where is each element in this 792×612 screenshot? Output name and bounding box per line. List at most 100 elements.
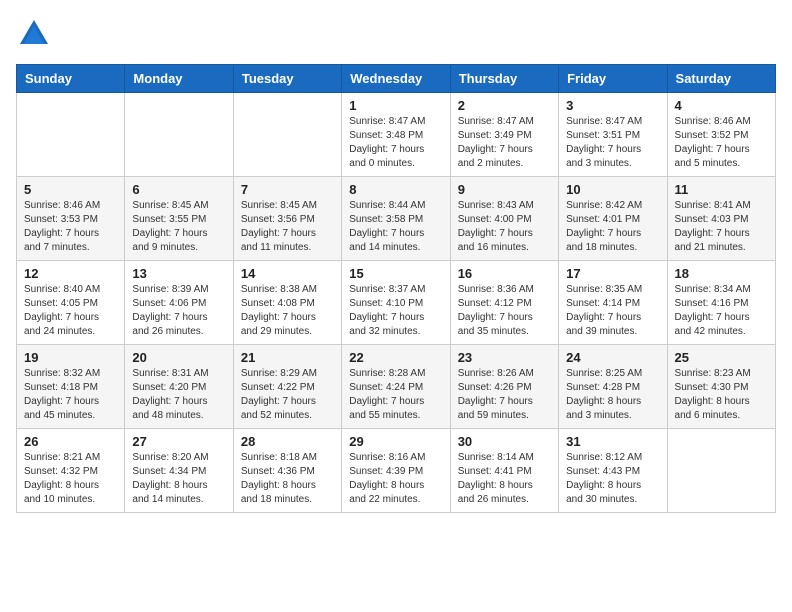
cell-info: Sunrise: 8:47 AM Sunset: 3:51 PM Dayligh… [566,115,659,171]
calendar-cell: 13 Sunrise: 8:39 AM Sunset: 4:06 PM Dayli… [125,261,233,345]
calendar-cell: 28 Sunrise: 8:18 AM Sunset: 4:36 PM Dayli… [233,429,341,513]
calendar-cell [667,429,775,513]
cell-info: Sunrise: 8:12 AM Sunset: 4:43 PM Dayligh… [566,451,659,507]
calendar-cell: 20 Sunrise: 8:31 AM Sunset: 4:20 PM Dayli… [125,345,233,429]
calendar-cell: 5 Sunrise: 8:46 AM Sunset: 3:53 PM Daylig… [17,177,125,261]
cell-info: Sunrise: 8:23 AM Sunset: 4:30 PM Dayligh… [675,367,768,423]
cell-day-number: 1 [349,98,442,113]
calendar-cell: 16 Sunrise: 8:36 AM Sunset: 4:12 PM Dayli… [450,261,558,345]
cell-info: Sunrise: 8:42 AM Sunset: 4:01 PM Dayligh… [566,199,659,255]
calendar-cell: 24 Sunrise: 8:25 AM Sunset: 4:28 PM Dayli… [559,345,667,429]
calendar-cell: 14 Sunrise: 8:38 AM Sunset: 4:08 PM Dayli… [233,261,341,345]
cell-day-number: 24 [566,350,659,365]
cell-info: Sunrise: 8:32 AM Sunset: 4:18 PM Dayligh… [24,367,117,423]
calendar-cell: 10 Sunrise: 8:42 AM Sunset: 4:01 PM Dayli… [559,177,667,261]
cell-day-number: 22 [349,350,442,365]
cell-info: Sunrise: 8:20 AM Sunset: 4:34 PM Dayligh… [132,451,225,507]
calendar-cell: 30Sunrise: 8:14 AM Sunset: 4:41 PM Dayli… [450,429,558,513]
cell-info: Sunrise: 8:31 AM Sunset: 4:20 PM Dayligh… [132,367,225,423]
cell-info: Sunrise: 8:43 AM Sunset: 4:00 PM Dayligh… [458,199,551,255]
cell-info: Sunrise: 8:29 AM Sunset: 4:22 PM Dayligh… [241,367,334,423]
calendar-cell: 23Sunrise: 8:26 AM Sunset: 4:26 PM Dayli… [450,345,558,429]
cell-info: Sunrise: 8:26 AM Sunset: 4:26 PM Dayligh… [458,367,551,423]
calendar-cell: 31 Sunrise: 8:12 AM Sunset: 4:43 PM Dayli… [559,429,667,513]
cell-info: Sunrise: 8:18 AM Sunset: 4:36 PM Dayligh… [241,451,334,507]
cell-info: Sunrise: 8:28 AM Sunset: 4:24 PM Dayligh… [349,367,442,423]
cell-day-number: 7 [241,182,334,197]
cell-day-number: 12 [24,266,117,281]
calendar-table: SundayMondayTuesdayWednesdayThursdayFrid… [16,64,776,513]
calendar-cell: 7 Sunrise: 8:45 AM Sunset: 3:56 PM Daylig… [233,177,341,261]
cell-info: Sunrise: 8:21 AM Sunset: 4:32 PM Dayligh… [24,451,117,507]
cell-day-number: 21 [241,350,334,365]
cell-info: Sunrise: 8:45 AM Sunset: 3:55 PM Dayligh… [132,199,225,255]
calendar-cell: 17Sunrise: 8:35 AM Sunset: 4:14 PM Dayli… [559,261,667,345]
cell-day-number: 31 [566,434,659,449]
cell-day-number: 11 [675,182,768,197]
cell-info: Sunrise: 8:41 AM Sunset: 4:03 PM Dayligh… [675,199,768,255]
page-header [16,16,776,52]
calendar-cell: 4 Sunrise: 8:46 AM Sunset: 3:52 PM Daylig… [667,93,775,177]
cell-day-number: 10 [566,182,659,197]
calendar-header-saturday: Saturday [667,65,775,93]
calendar-cell: 15 Sunrise: 8:37 AM Sunset: 4:10 PM Dayli… [342,261,450,345]
calendar-cell: 9 Sunrise: 8:43 AM Sunset: 4:00 PM Daylig… [450,177,558,261]
cell-day-number: 25 [675,350,768,365]
calendar-header-friday: Friday [559,65,667,93]
cell-info: Sunrise: 8:16 AM Sunset: 4:39 PM Dayligh… [349,451,442,507]
calendar-header-row: SundayMondayTuesdayWednesdayThursdayFrid… [17,65,776,93]
cell-info: Sunrise: 8:45 AM Sunset: 3:56 PM Dayligh… [241,199,334,255]
cell-day-number: 14 [241,266,334,281]
cell-info: Sunrise: 8:40 AM Sunset: 4:05 PM Dayligh… [24,283,117,339]
cell-info: Sunrise: 8:39 AM Sunset: 4:06 PM Dayligh… [132,283,225,339]
cell-info: Sunrise: 8:36 AM Sunset: 4:12 PM Dayligh… [458,283,551,339]
cell-info: Sunrise: 8:38 AM Sunset: 4:08 PM Dayligh… [241,283,334,339]
cell-day-number: 20 [132,350,225,365]
calendar-cell [17,93,125,177]
cell-info: Sunrise: 8:47 AM Sunset: 3:49 PM Dayligh… [458,115,551,171]
calendar-cell: 29 Sunrise: 8:16 AM Sunset: 4:39 PM Dayli… [342,429,450,513]
cell-day-number: 3 [566,98,659,113]
cell-day-number: 2 [458,98,551,113]
calendar-cell: 8Sunrise: 8:44 AM Sunset: 3:58 PM Daylig… [342,177,450,261]
cell-day-number: 6 [132,182,225,197]
calendar-week-row: 19 Sunrise: 8:32 AM Sunset: 4:18 PM Dayli… [17,345,776,429]
cell-day-number: 18 [675,266,768,281]
cell-day-number: 29 [349,434,442,449]
cell-info: Sunrise: 8:25 AM Sunset: 4:28 PM Dayligh… [566,367,659,423]
cell-day-number: 16 [458,266,551,281]
cell-info: Sunrise: 8:14 AM Sunset: 4:41 PM Dayligh… [458,451,551,507]
calendar-cell: 1 Sunrise: 8:47 AM Sunset: 3:48 PM Daylig… [342,93,450,177]
cell-info: Sunrise: 8:37 AM Sunset: 4:10 PM Dayligh… [349,283,442,339]
calendar-cell [233,93,341,177]
calendar-cell: 2 Sunrise: 8:47 AM Sunset: 3:49 PM Daylig… [450,93,558,177]
cell-day-number: 5 [24,182,117,197]
calendar-cell: 27Sunrise: 8:20 AM Sunset: 4:34 PM Dayli… [125,429,233,513]
logo [16,16,56,52]
calendar-week-row: 1 Sunrise: 8:47 AM Sunset: 3:48 PM Daylig… [17,93,776,177]
calendar-cell: 21 Sunrise: 8:29 AM Sunset: 4:22 PM Dayli… [233,345,341,429]
calendar-week-row: 26 Sunrise: 8:21 AM Sunset: 4:32 PM Dayli… [17,429,776,513]
calendar-cell: 19 Sunrise: 8:32 AM Sunset: 4:18 PM Dayli… [17,345,125,429]
cell-info: Sunrise: 8:47 AM Sunset: 3:48 PM Dayligh… [349,115,442,171]
cell-day-number: 9 [458,182,551,197]
calendar-cell: 11 Sunrise: 8:41 AM Sunset: 4:03 PM Dayli… [667,177,775,261]
cell-day-number: 15 [349,266,442,281]
calendar-cell: 22 Sunrise: 8:28 AM Sunset: 4:24 PM Dayli… [342,345,450,429]
cell-info: Sunrise: 8:34 AM Sunset: 4:16 PM Dayligh… [675,283,768,339]
calendar-header-monday: Monday [125,65,233,93]
calendar-week-row: 5 Sunrise: 8:46 AM Sunset: 3:53 PM Daylig… [17,177,776,261]
cell-info: Sunrise: 8:46 AM Sunset: 3:53 PM Dayligh… [24,199,117,255]
cell-day-number: 4 [675,98,768,113]
logo-icon [16,16,52,52]
calendar-cell: 12 Sunrise: 8:40 AM Sunset: 4:05 PM Dayli… [17,261,125,345]
calendar-cell: 6 Sunrise: 8:45 AM Sunset: 3:55 PM Daylig… [125,177,233,261]
cell-day-number: 28 [241,434,334,449]
cell-info: Sunrise: 8:46 AM Sunset: 3:52 PM Dayligh… [675,115,768,171]
cell-info: Sunrise: 8:35 AM Sunset: 4:14 PM Dayligh… [566,283,659,339]
calendar-header-sunday: Sunday [17,65,125,93]
cell-day-number: 26 [24,434,117,449]
cell-day-number: 8 [349,182,442,197]
cell-day-number: 19 [24,350,117,365]
cell-day-number: 13 [132,266,225,281]
